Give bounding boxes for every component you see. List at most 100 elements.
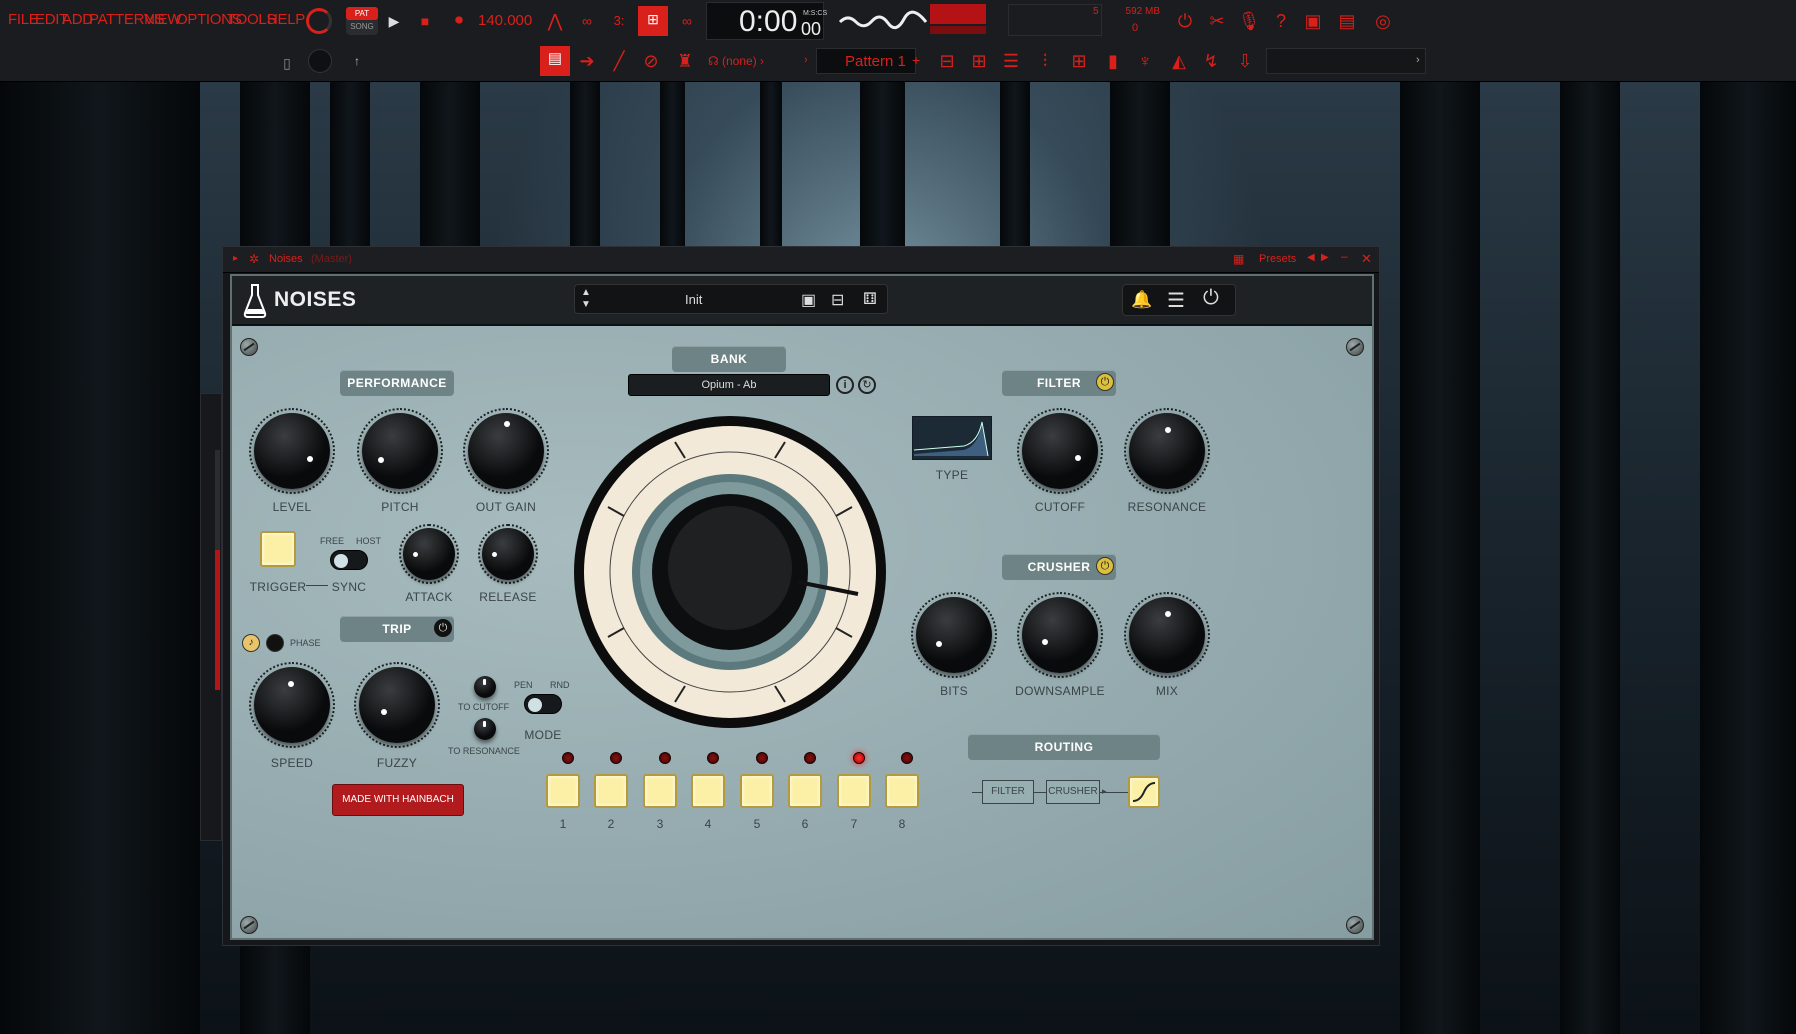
menu-file[interactable]: FILE bbox=[8, 11, 39, 28]
chat-icon[interactable]: ◎ bbox=[1370, 8, 1396, 34]
browser-icon[interactable]: ☰ bbox=[998, 48, 1024, 74]
tempo-tap-icon[interactable]: ◭ bbox=[1166, 48, 1192, 74]
download-icon[interactable]: ⇩ bbox=[1232, 48, 1258, 74]
countdown-icon[interactable]: 3: bbox=[606, 8, 632, 34]
mixer-icon[interactable]: ⫶ bbox=[1032, 48, 1058, 74]
mix-knob[interactable] bbox=[1129, 597, 1205, 673]
stamp-icon[interactable]: ♜ bbox=[672, 48, 698, 74]
downsample-knob[interactable] bbox=[1022, 597, 1098, 673]
plugin-icon[interactable]: ♆ bbox=[1132, 48, 1158, 74]
pitch-knob[interactable] bbox=[362, 413, 438, 489]
hint-bar-arrow-icon[interactable]: › bbox=[1416, 54, 1420, 66]
piano-roll-icon[interactable]: ⊞ bbox=[966, 48, 992, 74]
info-icon[interactable]: i bbox=[836, 376, 854, 394]
pattern-prev-icon[interactable]: › bbox=[804, 54, 808, 66]
titlebar-menu-arrow-icon[interactable]: ▸ bbox=[233, 253, 238, 264]
pad-6[interactable] bbox=[788, 774, 822, 808]
pad-8[interactable] bbox=[885, 774, 919, 808]
to-resonance-knob[interactable] bbox=[474, 718, 496, 740]
channel-rack-icon[interactable]: ⊟ bbox=[934, 48, 960, 74]
link-icon[interactable]: ⊘ bbox=[638, 48, 664, 74]
routing-icon[interactable]: ⊞ bbox=[1066, 48, 1092, 74]
noises-plugin: NOISES ▲ ▼ Init ▣ ⊟ ⚅ 🔔 ☰ ⏻ PERFORMANCE L… bbox=[230, 274, 1374, 940]
routing-curve-button[interactable] bbox=[1128, 776, 1160, 808]
wait-input-icon[interactable]: ∞ bbox=[574, 8, 600, 34]
play-icon[interactable]: ▶ bbox=[381, 8, 407, 34]
mode-toggle[interactable] bbox=[524, 694, 562, 714]
reload-icon[interactable]: ↻ bbox=[858, 376, 876, 394]
delete-preset-icon[interactable]: ⊟ bbox=[831, 290, 844, 310]
release-knob[interactable] bbox=[482, 528, 534, 580]
help-icon[interactable]: ? bbox=[1268, 8, 1294, 34]
master-volume-knob[interactable] bbox=[306, 8, 332, 34]
bank-selector[interactable]: Opium - Ab bbox=[628, 374, 830, 396]
made-with-hainbach-button[interactable]: MADE WITH HAINBACH bbox=[332, 784, 464, 816]
routing-filter-block[interactable]: FILTER bbox=[982, 780, 1034, 804]
loop-record-icon[interactable]: ∞ bbox=[674, 8, 700, 34]
random-dice-icon[interactable]: ⚅ bbox=[863, 289, 877, 309]
save-icon[interactable]: ▣ bbox=[1300, 8, 1326, 34]
trigger-button[interactable] bbox=[260, 531, 296, 567]
cutoff-knob[interactable] bbox=[1022, 413, 1098, 489]
plugin-gear-icon[interactable]: ✲ bbox=[249, 252, 259, 266]
record-icon[interactable]: ⏺ bbox=[446, 8, 472, 34]
time-display[interactable]: 0:00 M:S:CS 00 bbox=[706, 2, 827, 40]
preset-prev-icon[interactable]: ◀ bbox=[1307, 252, 1315, 263]
crusher-power-icon[interactable]: ⏻ bbox=[1096, 557, 1114, 575]
preset-next-icon[interactable]: ▶ bbox=[1321, 252, 1329, 263]
notification-bell-icon[interactable]: 🔔 bbox=[1131, 290, 1152, 310]
out-gain-knob[interactable] bbox=[468, 413, 544, 489]
speed-knob[interactable] bbox=[254, 667, 330, 743]
resonance-knob[interactable] bbox=[1129, 413, 1205, 489]
trip-power-icon[interactable]: ⏻ bbox=[434, 619, 452, 637]
phase-knob[interactable] bbox=[266, 634, 284, 652]
step-edit-icon[interactable]: ⊞ bbox=[638, 6, 668, 36]
cut-icon[interactable]: ✂ bbox=[1204, 8, 1230, 34]
metronome-icon[interactable]: ⋀ bbox=[542, 8, 568, 34]
tempo-note-icon[interactable]: ♪ bbox=[242, 634, 260, 652]
routing-crusher-block[interactable]: CRUSHER bbox=[1046, 780, 1100, 804]
master-pitch-knob[interactable] bbox=[308, 49, 332, 73]
pad-7[interactable] bbox=[837, 774, 871, 808]
pattern-selector[interactable]: Pattern 1 bbox=[816, 48, 916, 74]
menu-hamburger-icon[interactable]: ☰ bbox=[1167, 288, 1185, 313]
pat-song-switch[interactable]: PAT SONG bbox=[346, 7, 378, 35]
microphone-icon[interactable]: 🎙 bbox=[1236, 8, 1262, 34]
pad-2[interactable] bbox=[594, 774, 628, 808]
file-icon[interactable]: ▮ bbox=[1100, 48, 1126, 74]
power-icon[interactable]: ⏻ bbox=[1172, 8, 1198, 34]
minimize-icon[interactable]: – bbox=[1341, 249, 1348, 263]
pad-1[interactable] bbox=[546, 774, 580, 808]
bank-dial[interactable] bbox=[570, 412, 890, 732]
add-pattern-icon[interactable]: + bbox=[912, 52, 920, 68]
window-titlebar[interactable]: ▸ ✲ Noises (Master) ▦ Presets ◀ ▶ – ✕ bbox=[223, 247, 1379, 273]
stop-icon[interactable]: ■ bbox=[412, 8, 438, 34]
attack-knob[interactable] bbox=[403, 528, 455, 580]
filter-power-icon[interactable]: ⏻ bbox=[1096, 373, 1114, 391]
preset-bar[interactable]: ▲ ▼ Init ▣ ⊟ ⚅ bbox=[574, 284, 888, 314]
bypass-power-icon[interactable]: ⏻ bbox=[1203, 287, 1219, 310]
presets-list-icon[interactable]: ▦ bbox=[1233, 252, 1244, 266]
level-knob[interactable] bbox=[254, 413, 330, 489]
pad-4[interactable] bbox=[691, 774, 725, 808]
arrow-right-icon[interactable]: ➔ bbox=[574, 48, 600, 74]
close-icon[interactable]: ✕ bbox=[1361, 251, 1372, 267]
save-preset-icon[interactable]: ▣ bbox=[801, 290, 816, 310]
menu-help[interactable]: HELP bbox=[267, 11, 305, 28]
bits-knob[interactable] bbox=[916, 597, 992, 673]
tempo-display[interactable]: 140.000 bbox=[478, 12, 532, 29]
playlist-icon[interactable]: ▤ bbox=[540, 46, 570, 76]
pad-3[interactable] bbox=[643, 774, 677, 808]
channel-selector[interactable]: ☊ (none) › bbox=[708, 54, 764, 68]
fx-icon[interactable]: ↯ bbox=[1198, 48, 1224, 74]
filter-type-display[interactable] bbox=[912, 416, 992, 460]
render-icon[interactable]: ▤ bbox=[1334, 8, 1360, 34]
sync-toggle[interactable] bbox=[330, 550, 368, 570]
fuzzy-knob[interactable] bbox=[359, 667, 435, 743]
presets-button[interactable]: Presets bbox=[1259, 253, 1296, 265]
pad-5[interactable] bbox=[740, 774, 774, 808]
draw-icon[interactable]: ╱ bbox=[606, 48, 632, 74]
to-cutoff-knob[interactable] bbox=[474, 676, 496, 698]
hint-icon[interactable]: ▯ bbox=[274, 50, 300, 76]
preset-up-down-icon[interactable]: ▲ ▼ bbox=[581, 287, 591, 311]
